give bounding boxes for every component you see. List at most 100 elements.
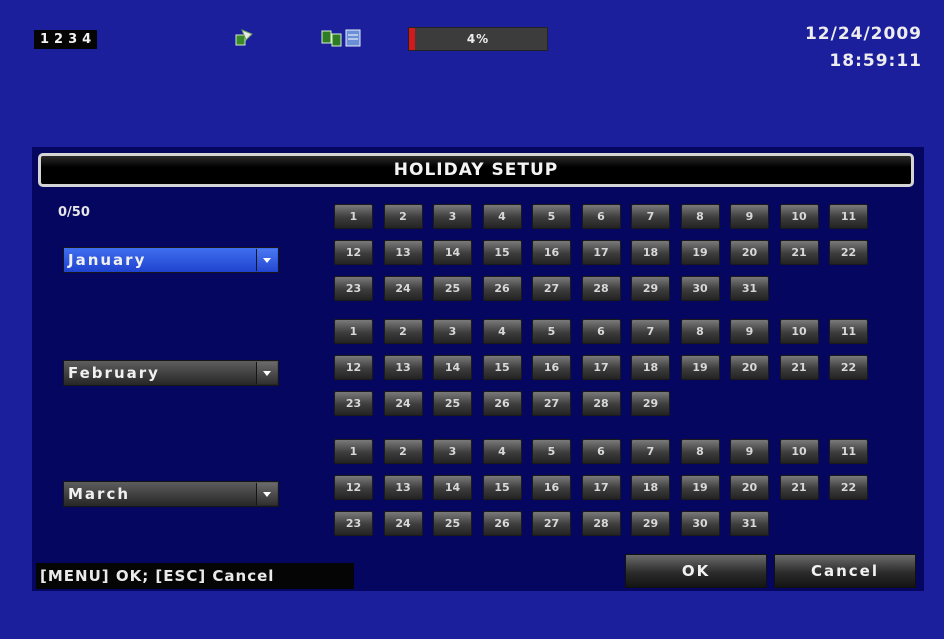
- day-button-21[interactable]: 21: [779, 355, 819, 380]
- day-button-3[interactable]: 3: [433, 319, 472, 344]
- day-button-5[interactable]: 5: [532, 204, 571, 229]
- day-button-31[interactable]: 31: [730, 511, 769, 536]
- day-button-1[interactable]: 1: [334, 319, 373, 344]
- day-button-19[interactable]: 19: [680, 355, 720, 380]
- day-button-11[interactable]: 11: [829, 319, 868, 344]
- day-button-2[interactable]: 2: [383, 204, 423, 229]
- time-display: 18:59:11: [829, 51, 922, 71]
- day-button-23[interactable]: 23: [334, 511, 373, 536]
- day-button-14[interactable]: 14: [433, 240, 472, 265]
- day-button-28[interactable]: 28: [581, 276, 621, 301]
- day-button-8[interactable]: 8: [680, 319, 720, 344]
- day-button-22[interactable]: 22: [829, 475, 868, 500]
- day-button-10[interactable]: 10: [779, 439, 819, 464]
- chevron-down-icon[interactable]: [256, 249, 277, 271]
- day-button-13[interactable]: 13: [383, 475, 423, 500]
- day-button-8[interactable]: 8: [680, 204, 720, 229]
- day-button-17[interactable]: 17: [581, 475, 621, 500]
- cancel-button[interactable]: Cancel: [774, 554, 916, 588]
- day-button-30[interactable]: 30: [680, 511, 720, 536]
- day-button-2[interactable]: 2: [383, 319, 423, 344]
- day-button-11[interactable]: 11: [829, 204, 868, 229]
- day-button-28[interactable]: 28: [581, 391, 621, 416]
- day-button-21[interactable]: 21: [779, 475, 819, 500]
- day-button-20[interactable]: 20: [730, 475, 769, 500]
- day-button-9[interactable]: 9: [730, 319, 769, 344]
- day-button-6[interactable]: 6: [581, 439, 621, 464]
- day-button-8[interactable]: 8: [680, 439, 720, 464]
- day-button-25[interactable]: 25: [433, 511, 472, 536]
- day-button-26[interactable]: 26: [482, 511, 522, 536]
- day-button-21[interactable]: 21: [779, 240, 819, 265]
- day-button-13[interactable]: 13: [383, 355, 423, 380]
- day-button-14[interactable]: 14: [433, 475, 472, 500]
- day-button-27[interactable]: 27: [532, 511, 571, 536]
- chevron-down-icon[interactable]: [256, 483, 277, 505]
- day-button-30[interactable]: 30: [680, 276, 720, 301]
- day-button-24[interactable]: 24: [383, 511, 423, 536]
- day-button-19[interactable]: 19: [680, 475, 720, 500]
- day-button-23[interactable]: 23: [334, 391, 373, 416]
- day-button-23[interactable]: 23: [334, 276, 373, 301]
- day-button-17[interactable]: 17: [581, 240, 621, 265]
- day-button-14[interactable]: 14: [433, 355, 472, 380]
- day-button-12[interactable]: 12: [334, 240, 373, 265]
- day-button-18[interactable]: 18: [631, 355, 670, 380]
- day-button-31[interactable]: 31: [730, 276, 769, 301]
- month-select-2[interactable]: February: [63, 360, 279, 386]
- day-button-25[interactable]: 25: [433, 276, 472, 301]
- month-select-3[interactable]: March: [63, 481, 279, 507]
- day-button-16[interactable]: 16: [532, 355, 571, 380]
- day-button-15[interactable]: 15: [482, 240, 522, 265]
- day-button-16[interactable]: 16: [532, 240, 571, 265]
- day-button-24[interactable]: 24: [383, 276, 423, 301]
- day-button-7[interactable]: 7: [631, 204, 670, 229]
- day-button-3[interactable]: 3: [433, 439, 472, 464]
- day-button-7[interactable]: 7: [631, 319, 670, 344]
- month-select-1[interactable]: January: [63, 247, 279, 273]
- day-button-11[interactable]: 11: [829, 439, 868, 464]
- day-button-10[interactable]: 10: [779, 204, 819, 229]
- day-button-26[interactable]: 26: [482, 276, 522, 301]
- day-button-27[interactable]: 27: [532, 391, 571, 416]
- day-button-7[interactable]: 7: [631, 439, 670, 464]
- day-button-2[interactable]: 2: [383, 439, 423, 464]
- day-button-4[interactable]: 4: [482, 439, 522, 464]
- day-button-16[interactable]: 16: [532, 475, 571, 500]
- day-button-22[interactable]: 22: [829, 240, 868, 265]
- day-button-28[interactable]: 28: [581, 511, 621, 536]
- chevron-down-icon[interactable]: [256, 362, 277, 384]
- day-button-4[interactable]: 4: [482, 204, 522, 229]
- day-button-3[interactable]: 3: [433, 204, 472, 229]
- day-button-18[interactable]: 18: [631, 240, 670, 265]
- day-button-1[interactable]: 1: [334, 204, 373, 229]
- day-button-17[interactable]: 17: [581, 355, 621, 380]
- day-button-15[interactable]: 15: [482, 355, 522, 380]
- day-button-22[interactable]: 22: [829, 355, 868, 380]
- day-button-6[interactable]: 6: [581, 319, 621, 344]
- day-button-26[interactable]: 26: [482, 391, 522, 416]
- day-button-6[interactable]: 6: [581, 204, 621, 229]
- day-button-18[interactable]: 18: [631, 475, 670, 500]
- day-button-4[interactable]: 4: [482, 319, 522, 344]
- day-button-27[interactable]: 27: [532, 276, 571, 301]
- day-button-9[interactable]: 9: [730, 439, 769, 464]
- day-button-10[interactable]: 10: [779, 319, 819, 344]
- day-button-25[interactable]: 25: [433, 391, 472, 416]
- day-button-15[interactable]: 15: [482, 475, 522, 500]
- day-button-20[interactable]: 20: [730, 355, 769, 380]
- day-button-12[interactable]: 12: [334, 355, 373, 380]
- day-button-5[interactable]: 5: [532, 319, 571, 344]
- day-button-29[interactable]: 29: [631, 511, 670, 536]
- day-button-12[interactable]: 12: [334, 475, 373, 500]
- day-button-19[interactable]: 19: [680, 240, 720, 265]
- day-button-5[interactable]: 5: [532, 439, 571, 464]
- day-button-29[interactable]: 29: [631, 391, 670, 416]
- day-button-24[interactable]: 24: [383, 391, 423, 416]
- day-button-20[interactable]: 20: [730, 240, 769, 265]
- day-button-29[interactable]: 29: [631, 276, 670, 301]
- day-button-1[interactable]: 1: [334, 439, 373, 464]
- day-button-13[interactable]: 13: [383, 240, 423, 265]
- ok-button[interactable]: OK: [625, 554, 767, 588]
- day-button-9[interactable]: 9: [730, 204, 769, 229]
